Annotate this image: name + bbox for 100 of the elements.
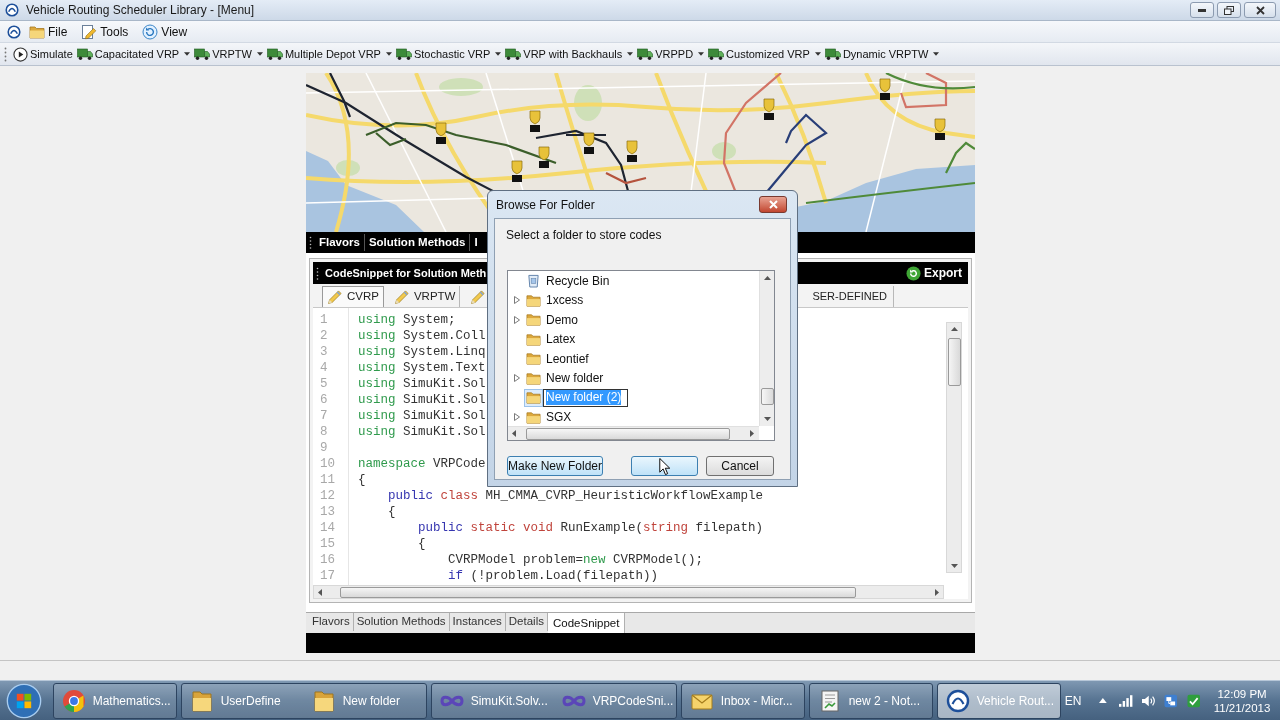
toolbar-button[interactable]: Multiple Depot VRP	[265, 44, 393, 64]
horizontal-scrollbar[interactable]	[313, 585, 944, 599]
toolbar-button[interactable]: VRP with Backhauls	[504, 44, 635, 64]
tricolor-circle-icon	[61, 688, 86, 713]
arrow-down-icon[interactable]	[763, 417, 771, 421]
code-line: using SimuKit.Sol	[358, 408, 486, 424]
speaker-icon[interactable]	[1141, 694, 1156, 707]
ring-logo-icon	[945, 688, 970, 713]
dialog-button[interactable]: Cancel	[706, 456, 774, 476]
code-line: using System.Text	[358, 360, 486, 376]
toolbar-button[interactable]: Simulate	[12, 44, 74, 64]
line-number: 14	[320, 520, 335, 536]
expander-triangle-icon[interactable]	[514, 374, 520, 383]
taskbar-button[interactable]: new 2 - Not...	[809, 683, 932, 718]
ring-logo-icon[interactable]	[5, 3, 19, 17]
taskbar-button[interactable]: New folder	[303, 683, 426, 718]
arrow-up-icon[interactable]	[763, 276, 771, 280]
toolbar-button[interactable]: VRPPD	[636, 44, 706, 64]
caret-up-icon[interactable]	[1099, 698, 1108, 703]
arrow-up-icon[interactable]	[950, 327, 958, 331]
start-button[interactable]	[5, 681, 44, 720]
horizontal-scrollbar[interactable]	[508, 426, 759, 440]
menu-item[interactable]: File	[27, 21, 70, 42]
taskbar-button[interactable]: Mathematics...	[53, 683, 176, 718]
truck-icon	[76, 47, 93, 61]
arrow-right-icon[interactable]	[935, 588, 939, 596]
taskbar-button[interactable]: VRPCodeSni...	[553, 683, 676, 718]
line-number: 9	[320, 440, 328, 456]
arrow-down-icon[interactable]	[950, 564, 958, 569]
ring-logo-icon[interactable]	[7, 24, 21, 39]
play-circle-icon	[13, 46, 28, 62]
tree-item[interactable]: 1xcess	[546, 291, 584, 310]
clock-button[interactable]: 12:09 PM 11/21/2013	[1212, 686, 1272, 715]
vertical-scrollbar[interactable]	[946, 322, 962, 574]
tree-item[interactable]: Latex	[546, 330, 576, 349]
recycle-bin-icon	[527, 273, 540, 289]
close-button[interactable]	[759, 196, 787, 213]
tree-item[interactable]: Demo	[546, 310, 578, 329]
tab[interactable]: Flavors	[315, 232, 364, 253]
tree-item[interactable]: Leontief	[546, 349, 589, 368]
mouse-pointer-icon	[658, 458, 671, 476]
grip-icon	[316, 266, 319, 280]
scrollbar-thumb[interactable]	[760, 388, 774, 405]
truck-icon	[194, 47, 211, 61]
folder-icon	[189, 688, 214, 713]
code-line: using SimuKit.Sol	[358, 392, 486, 408]
code-line: using System.Linq	[358, 344, 486, 360]
arrow-right-icon[interactable]	[750, 430, 754, 437]
tree-item[interactable]: SGX	[546, 408, 572, 426]
toolbar-button[interactable]: Dynamic VRPTW	[823, 44, 941, 64]
arrow-left-icon[interactable]	[318, 588, 322, 596]
dialog-button[interactable]: Make New Folder	[507, 456, 603, 476]
menu-item[interactable]: Tools	[79, 21, 131, 42]
taskbar-button[interactable]: SimuKit.Solv...	[431, 683, 554, 718]
truck-icon	[637, 47, 654, 61]
tab[interactable]: Solution Methods	[353, 613, 450, 631]
code-line: public static void RunExample(string filepath)	[417, 520, 764, 536]
expander-triangle-icon[interactable]	[514, 315, 520, 324]
close-button[interactable]	[1244, 2, 1276, 18]
tab[interactable]: Solution Methods	[364, 232, 470, 253]
toolbar-button[interactable]: Customized VRP	[707, 44, 822, 64]
export-button[interactable]: Export	[906, 264, 962, 282]
toolbar-button[interactable]: Stochastic VRP	[394, 44, 503, 64]
caret-down-icon	[385, 52, 392, 56]
toolbar-button[interactable]: VRPTW	[193, 44, 264, 64]
tab[interactable]: CVRP	[322, 286, 384, 307]
dialog-button[interactable]	[631, 456, 698, 476]
arrow-left-icon[interactable]	[512, 430, 516, 437]
flag-orb-icon	[6, 682, 43, 719]
tab[interactable]: CodeSnippet	[547, 613, 626, 633]
tab[interactable]: Details	[505, 613, 548, 631]
signal-bars-icon[interactable]	[1119, 694, 1133, 707]
tree-item[interactable]: New folder	[546, 369, 604, 388]
restore-button[interactable]	[1217, 2, 1241, 18]
taskbar-button[interactable]: Inbox - Micr...	[681, 683, 804, 718]
line-number: 6	[320, 392, 328, 408]
vertical-scrollbar[interactable]	[759, 271, 774, 426]
tab[interactable]: I	[470, 232, 482, 253]
taskbar-button[interactable]: UserDefine	[181, 683, 304, 718]
minimize-button[interactable]	[1190, 2, 1214, 18]
tree-item[interactable]: Recycle Bin	[546, 271, 610, 290]
folder-icon	[526, 312, 541, 328]
code-line: {	[417, 536, 426, 552]
window-title: Vehicle Routing Scheduler Library - [Menu]	[26, 2, 255, 19]
scrollbar-thumb[interactable]	[526, 427, 730, 440]
expander-triangle-icon[interactable]	[514, 413, 520, 422]
scrollbar-thumb[interactable]	[947, 338, 961, 386]
document-pencil-icon	[81, 23, 98, 40]
scrollbar-thumb[interactable]	[340, 586, 856, 598]
tab[interactable]: Flavors	[309, 613, 354, 631]
menu-item[interactable]: View	[140, 21, 190, 42]
network-icon[interactable]	[1164, 693, 1178, 708]
language-indicator[interactable]: EN	[1064, 691, 1082, 710]
code-line: if (!problem.Load(filepath))	[447, 568, 659, 584]
truck-icon	[824, 47, 841, 61]
check-icon[interactable]	[1186, 693, 1201, 708]
toolbar-button[interactable]: Capacitated VRP	[75, 44, 192, 64]
tab[interactable]: Instances	[449, 613, 506, 631]
expander-triangle-icon[interactable]	[514, 296, 520, 305]
folder-icon	[526, 351, 541, 367]
